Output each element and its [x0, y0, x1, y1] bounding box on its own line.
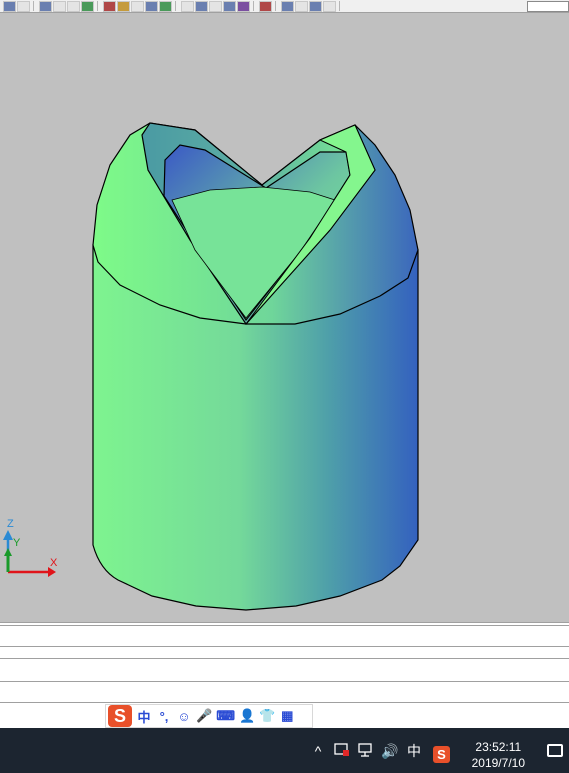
punctuation-icon[interactable]: °, — [156, 709, 172, 724]
notification-center-icon[interactable] — [547, 744, 563, 757]
emoji-icon[interactable]: ☺ — [176, 709, 192, 724]
toolbox-icon[interactable]: ▦ — [279, 708, 295, 724]
command-area[interactable] — [0, 622, 569, 704]
model-canvas: Z Y X — [3, 122, 419, 611]
chinese-mode-icon[interactable]: 中 — [136, 707, 152, 726]
command-divider — [0, 658, 569, 659]
layer-icon[interactable] — [117, 0, 130, 12]
ucs-icon: Z Y X — [3, 518, 58, 577]
toolbar-input[interactable] — [527, 0, 569, 12]
skin-icon[interactable]: 👕 — [259, 708, 275, 724]
cylinder-icon[interactable] — [223, 0, 236, 12]
toolbar-group-layout — [256, 0, 276, 12]
toolbar-group-zoom — [278, 0, 340, 12]
zoom-realtime-icon[interactable] — [39, 0, 52, 12]
clock-date: 2019/7/10 — [471, 756, 525, 770]
user-icon[interactable]: 👤 — [239, 708, 255, 724]
layout-icon[interactable] — [259, 0, 272, 12]
match-icon[interactable] — [145, 0, 158, 12]
properties-icon[interactable] — [131, 0, 144, 12]
zoom-window-icon[interactable] — [281, 0, 294, 12]
command-divider — [0, 681, 569, 682]
cursor-icon[interactable] — [103, 0, 116, 12]
display-icon[interactable] — [323, 0, 336, 12]
sogou-tray-icon[interactable]: S — [433, 746, 450, 763]
keyboard-icon[interactable]: ⌨ — [216, 708, 235, 724]
top-toolbar — [0, 0, 569, 13]
command-divider — [0, 622, 569, 623]
zoom-prev-icon[interactable] — [295, 0, 308, 12]
network-icon[interactable] — [357, 742, 375, 762]
taskbar: ^ 🔊 中 S 23:52:11 2019/7/10 — [0, 728, 569, 773]
command-divider — [0, 625, 569, 626]
qnew-icon[interactable] — [3, 0, 16, 12]
toolbar-group-standard — [0, 0, 34, 12]
ucs-z-label: Z — [7, 518, 14, 530]
sogou-logo-icon[interactable]: S — [108, 705, 132, 727]
named-views-icon[interactable] — [81, 0, 94, 12]
zoom-all-icon[interactable] — [309, 0, 322, 12]
microphone-icon[interactable]: 🎤 — [196, 708, 212, 724]
toolbar-group-view — [36, 0, 98, 12]
qsave-icon[interactable] — [17, 0, 30, 12]
ucs-icon[interactable] — [181, 0, 194, 12]
ucs-y-label: Y — [13, 537, 21, 549]
ucs-x-label: X — [50, 557, 58, 569]
volume-icon[interactable]: 🔊 — [381, 742, 399, 760]
undo-icon[interactable] — [159, 0, 172, 12]
drawing-viewport[interactable]: Z Y X — [0, 13, 569, 622]
ime-mode-indicator[interactable]: 中 — [405, 742, 423, 760]
system-clock[interactable]: 23:52:11 2019/7/10 — [472, 739, 525, 771]
render-icon[interactable] — [237, 0, 250, 12]
show-hidden-icons-chevron-icon[interactable]: ^ — [309, 742, 327, 760]
box-icon[interactable] — [195, 0, 208, 12]
orbit-icon[interactable] — [67, 0, 80, 12]
toolbar-group-solids — [178, 0, 254, 12]
sphere-icon[interactable] — [209, 0, 222, 12]
pan-icon[interactable] — [53, 0, 66, 12]
command-divider — [0, 646, 569, 647]
command-divider — [0, 702, 569, 703]
toolbar-group-edit — [100, 0, 176, 12]
clock-time: 23:52:11 — [475, 740, 522, 754]
app-tray-icon[interactable] — [333, 742, 351, 762]
ime-toolbar: S 中 °, ☺ 🎤 ⌨ 👤 👕 ▦ — [105, 704, 313, 728]
